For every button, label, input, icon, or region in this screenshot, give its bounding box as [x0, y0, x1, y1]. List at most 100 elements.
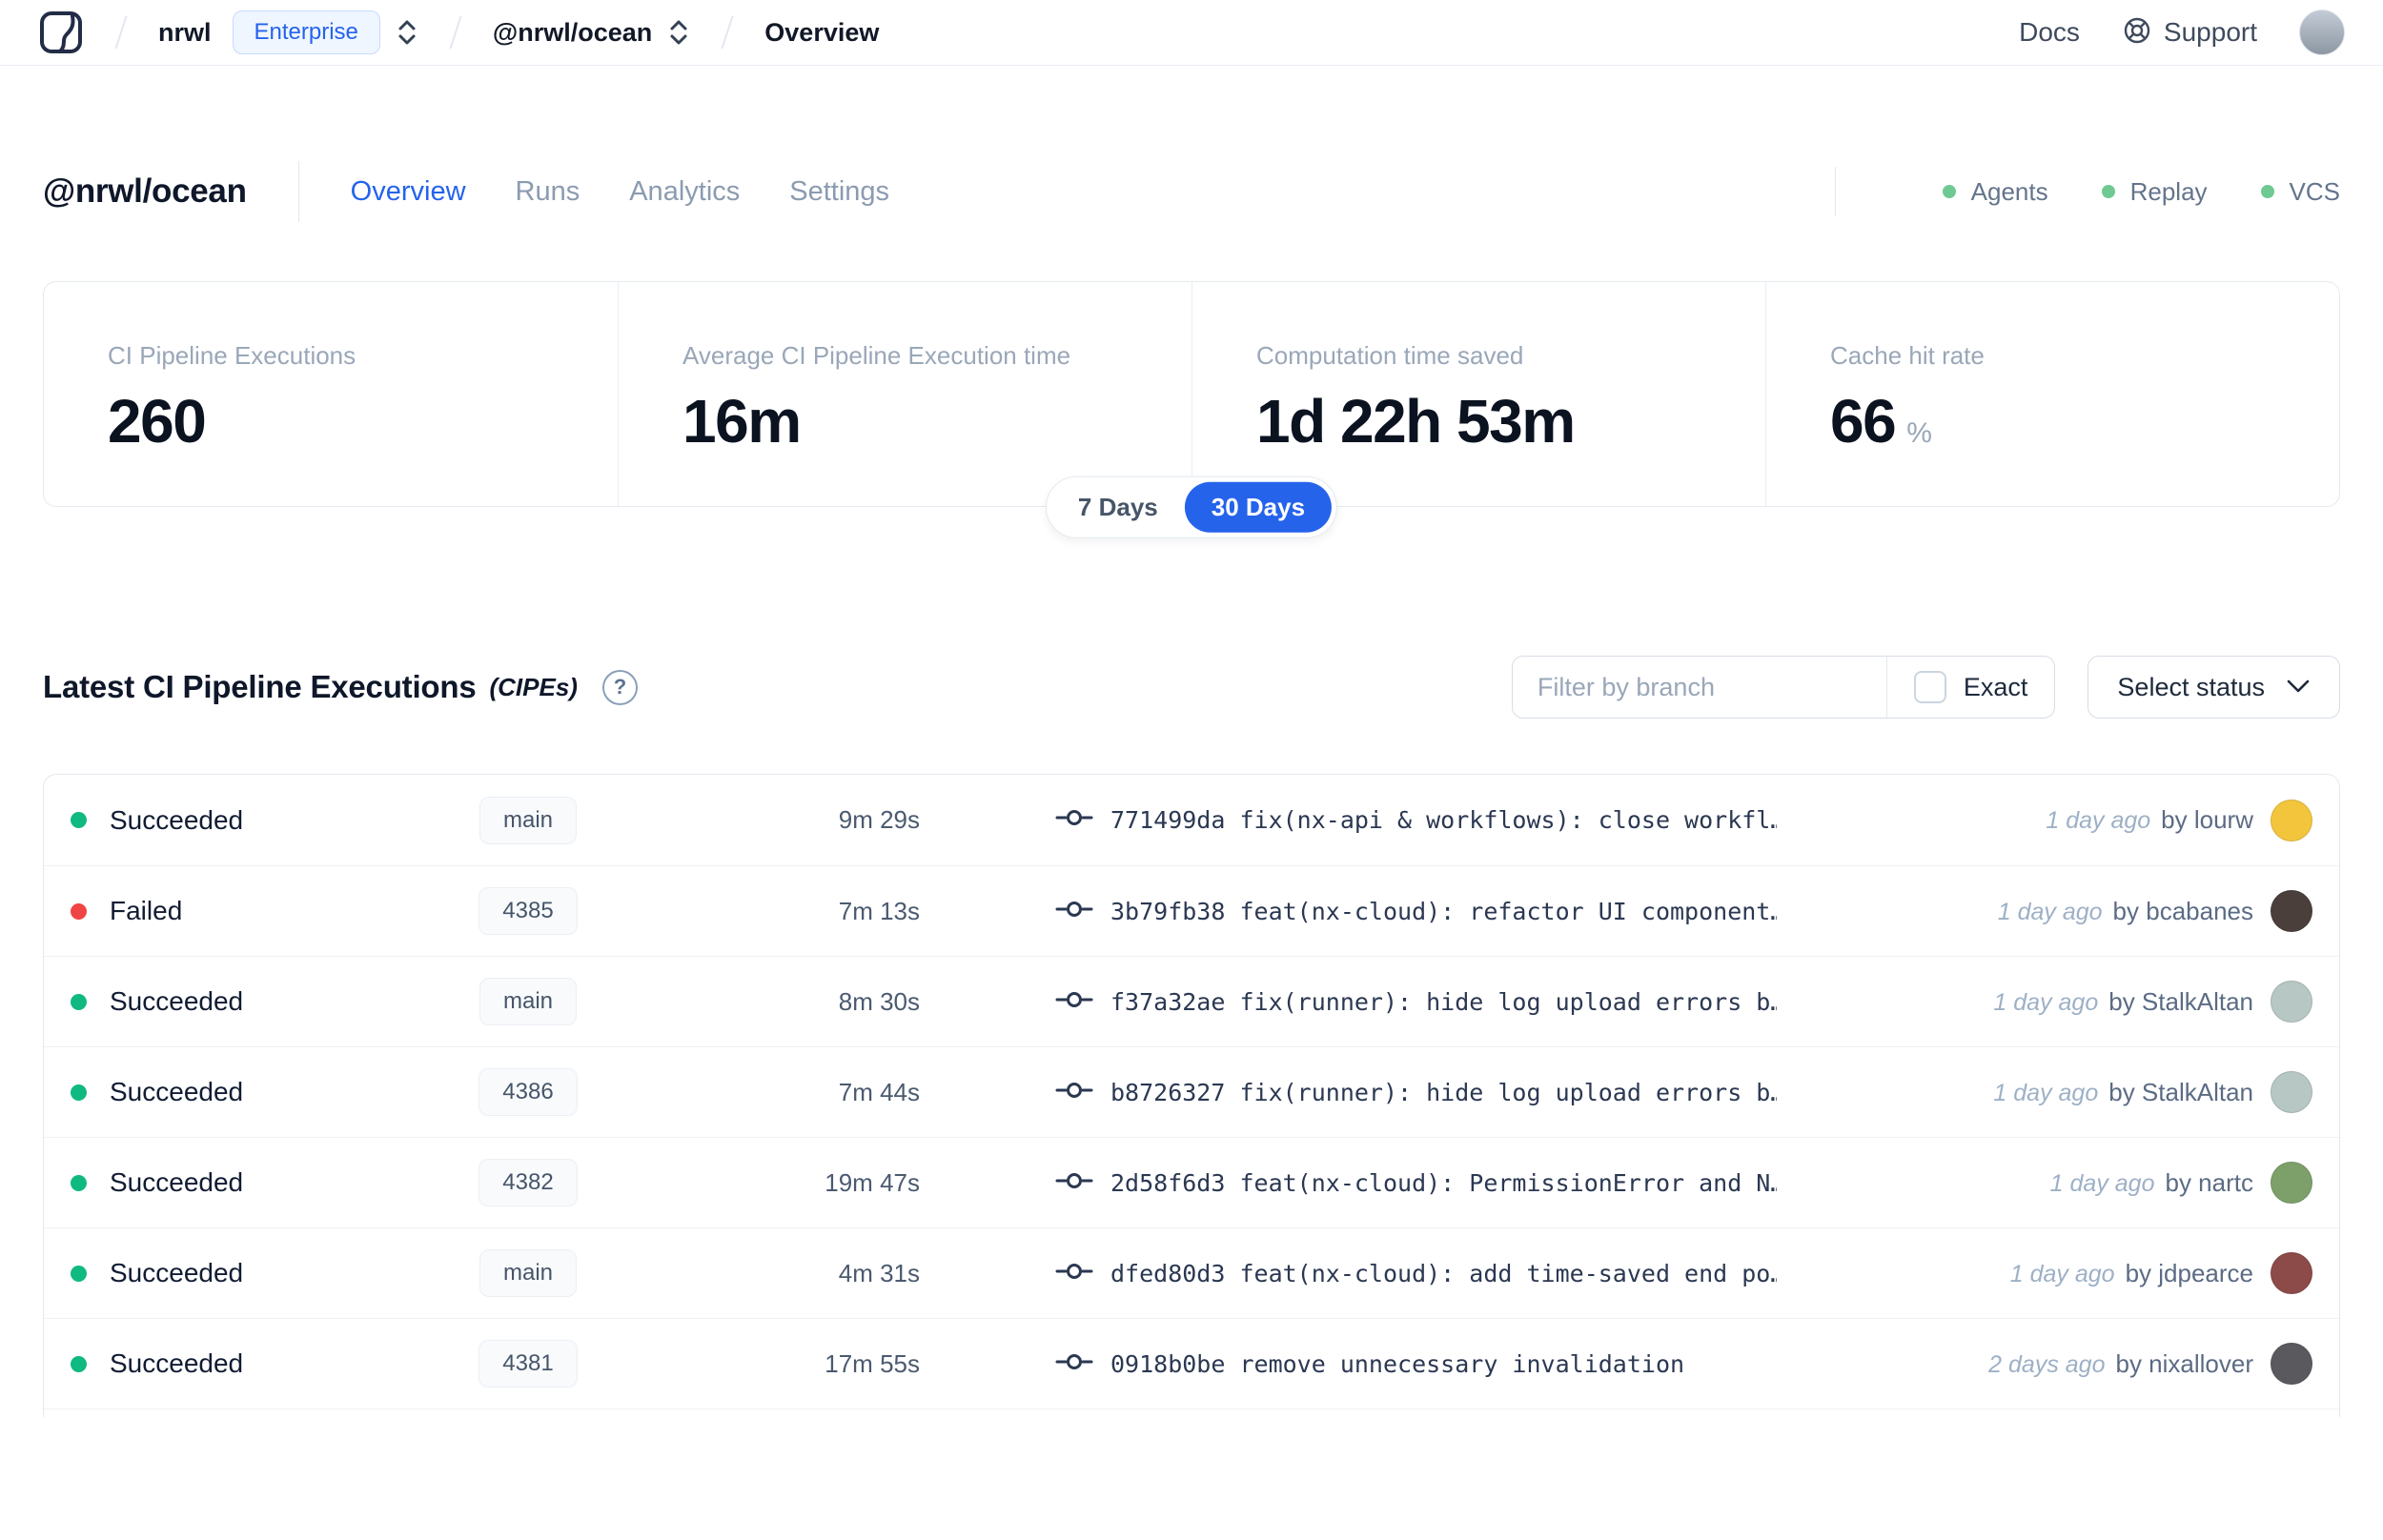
- branch-badge: main: [479, 1249, 578, 1297]
- env-label: VCS: [2289, 176, 2340, 206]
- tab-analytics[interactable]: Analytics: [629, 176, 740, 208]
- cipe-title: Latest CI Pipeline Executions: [43, 669, 477, 704]
- status-dot-icon: [2101, 185, 2115, 198]
- commit-time: 1 day ago: [1997, 898, 2103, 925]
- branch-filter-input[interactable]: [1512, 657, 1886, 718]
- stat-label: Average CI Pipeline Execution time: [682, 341, 1071, 370]
- breadcrumb-slash: [114, 15, 128, 50]
- env-status-agents[interactable]: Agents: [1942, 176, 2048, 207]
- workspace-switcher-chevron-icon[interactable]: [667, 17, 690, 48]
- stat-label: CI Pipeline Executions: [108, 341, 356, 370]
- status-dot-icon: [71, 1084, 87, 1101]
- stat-ci-pipeline-executions: CI Pipeline Executions 260: [44, 282, 618, 506]
- status-text: Succeeded: [110, 1258, 244, 1287]
- cipe-title-suffix: (CIPEs): [489, 672, 578, 701]
- env-status-vcs[interactable]: VCS: [2260, 176, 2340, 207]
- branch-badge: 4386: [479, 1068, 578, 1116]
- cipe-row[interactable]: Succeeded 4381 17m 55s 0918b0be remove u…: [44, 1318, 2339, 1408]
- breadcrumb-slash: [721, 15, 734, 50]
- workspace-tabs: Overview Runs Analytics Settings: [351, 176, 889, 208]
- status-dot-icon: [71, 1174, 87, 1191]
- commit-message: 771499da fix(nx-api & workflows): close …: [1110, 806, 1777, 834]
- commit-time: 1 day ago: [1993, 1079, 2099, 1106]
- commit-time: 1 day ago: [2009, 1260, 2115, 1287]
- stats-panel: CI Pipeline Executions 260 Average CI Pi…: [43, 281, 2340, 538]
- cipe-row[interactable]: Succeeded main 9m 29s 771499da fix(nx-ap…: [44, 775, 2339, 865]
- status-dot-icon: [71, 993, 87, 1010]
- branch-badge: 4381: [479, 1340, 578, 1388]
- commit-author: by jdpearce: [2125, 1258, 2253, 1287]
- stat-computation-time-saved: Computation time saved 1d 22h 53m: [1192, 282, 1765, 506]
- cipe-row[interactable]: Succeeded 4382 19m 47s 2d58f6d3 feat(nx-…: [44, 1137, 2339, 1227]
- tab-settings[interactable]: Settings: [789, 176, 889, 208]
- breadcrumb-workspace[interactable]: @nrwl/ocean: [493, 18, 652, 48]
- author-avatar: [2271, 1343, 2312, 1385]
- period-30-days-button[interactable]: 30 Days: [1184, 481, 1333, 533]
- cipe-row[interactable]: Succeeded main 8m 30s f37a32ae fix(runne…: [44, 956, 2339, 1046]
- author-avatar: [2271, 1071, 2312, 1113]
- breadcrumb: nrwl Enterprise @nrwl/ocean Overview: [38, 10, 879, 55]
- table-tail-divider: [44, 1408, 2339, 1417]
- stat-average-execution-time: Average CI Pipeline Execution time 16m: [618, 282, 1192, 506]
- cipe-row[interactable]: Succeeded 4386 7m 44s b8726327 fix(runne…: [44, 1046, 2339, 1137]
- support-link[interactable]: Support: [2122, 15, 2257, 51]
- env-status-group: Agents Replay VCS: [1834, 167, 2340, 216]
- branch-badge: 4382: [479, 1159, 578, 1206]
- env-label: Agents: [1970, 176, 2048, 206]
- tab-runs[interactable]: Runs: [516, 176, 580, 208]
- git-commit-icon: [1055, 1079, 1093, 1106]
- nx-cloud-logo-icon[interactable]: [38, 10, 84, 55]
- tab-overview[interactable]: Overview: [351, 176, 466, 208]
- commit-author: by lourw: [2161, 805, 2253, 834]
- cipe-row[interactable]: Failed 4385 7m 13s 3b79fb38 feat(nx-clou…: [44, 865, 2339, 956]
- commit-message: f37a32ae fix(runner): hide log upload er…: [1110, 987, 1777, 1016]
- author-avatar: [2271, 890, 2312, 932]
- status-text: Succeeded: [110, 1348, 244, 1378]
- author-avatar: [2271, 1162, 2312, 1204]
- period-7-days-button[interactable]: 7 Days: [1051, 482, 1185, 533]
- status-dot-icon: [2260, 185, 2274, 198]
- git-commit-icon: [1055, 806, 1093, 834]
- status-text: Succeeded: [110, 986, 244, 1016]
- cipe-row[interactable]: Succeeded main 4m 31s dfed80d3 feat(nx-c…: [44, 1227, 2339, 1318]
- status-dot-icon: [1942, 185, 1956, 198]
- breadcrumb-org[interactable]: nrwl: [158, 18, 212, 48]
- workspace-header: @nrwl/ocean Overview Runs Analytics Sett…: [0, 161, 2383, 222]
- env-label: Replay: [2129, 176, 2208, 206]
- help-icon[interactable]: ?: [601, 669, 638, 705]
- git-commit-icon: [1055, 1169, 1093, 1197]
- stat-value: 66%: [1830, 387, 1932, 456]
- user-avatar[interactable]: [2299, 10, 2345, 55]
- stat-label: Computation time saved: [1256, 341, 1524, 370]
- divider: [297, 161, 299, 222]
- status-select-button[interactable]: Select status: [2088, 656, 2340, 719]
- breadcrumb-slash: [449, 15, 462, 50]
- org-switcher-chevron-icon[interactable]: [396, 17, 418, 48]
- chevron-down-icon: [2286, 678, 2311, 698]
- duration-text: 7m 44s: [838, 1077, 920, 1106]
- status-dot-icon: [71, 1355, 87, 1372]
- duration-text: 17m 55s: [825, 1348, 920, 1378]
- exact-checkbox[interactable]: [1913, 671, 1946, 703]
- env-status-replay[interactable]: Replay: [2101, 176, 2208, 207]
- status-text: Failed: [110, 896, 183, 925]
- status-text: Succeeded: [110, 1077, 244, 1106]
- duration-text: 7m 13s: [838, 896, 920, 925]
- commit-message: 2d58f6d3 feat(nx-cloud): PermissionError…: [1110, 1168, 1777, 1197]
- exact-filter: Exact: [1885, 657, 2055, 718]
- divider: [1834, 167, 1836, 216]
- exact-label: Exact: [1963, 672, 2028, 701]
- commit-message: 3b79fb38 feat(nx-cloud): refactor UI com…: [1110, 897, 1777, 925]
- git-commit-icon: [1055, 988, 1093, 1016]
- commit-author: by StalkAltan: [2108, 986, 2253, 1016]
- git-commit-icon: [1055, 1350, 1093, 1378]
- breadcrumb-page: Overview: [764, 17, 880, 47]
- docs-link[interactable]: Docs: [2019, 17, 2080, 48]
- commit-time: 2 days ago: [1988, 1350, 2106, 1378]
- status-select-label: Select status: [2117, 672, 2265, 701]
- author-avatar: [2271, 1252, 2312, 1294]
- status-dot-icon: [71, 812, 87, 828]
- status-text: Succeeded: [110, 804, 244, 835]
- stat-value: 16m: [682, 387, 802, 456]
- cipe-section-header: Latest CI Pipeline Executions (CIPEs) ? …: [43, 656, 2340, 719]
